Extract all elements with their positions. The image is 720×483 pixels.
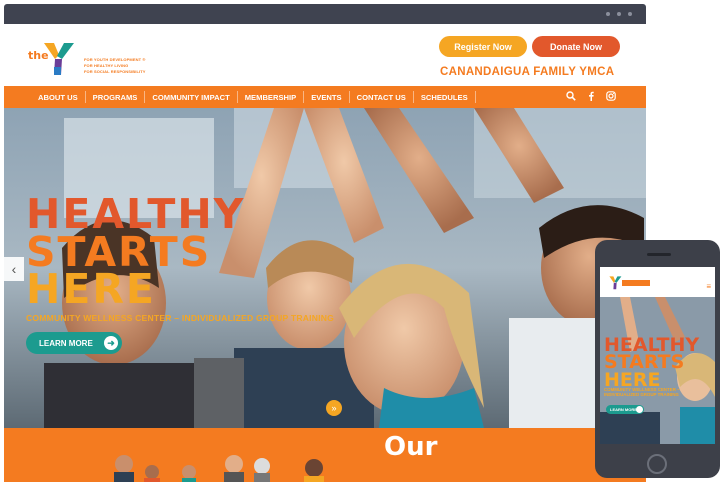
nav-item-membership[interactable]: MEMBERSHIP [238, 91, 305, 103]
tagline-line: FOR HEALTHY LIVING [84, 63, 129, 68]
window-dot [606, 12, 610, 16]
hero-headline-line-3: HERE [26, 265, 156, 314]
nav-item-events[interactable]: EVENTS [304, 91, 350, 103]
browser-title-bar [4, 4, 646, 24]
donate-now-button[interactable]: Donate Now [532, 36, 620, 57]
facebook-icon[interactable] [588, 91, 594, 101]
hero-subtitle: COMMUNITY WELLNESS CENTER – INDIVIDUALIZ… [26, 313, 335, 323]
learn-more-button[interactable]: LEARN MORE ➜ [26, 332, 122, 354]
window-dot [617, 12, 621, 16]
site-header: the FOR YOUTH DEVELOPMENT ® FOR HEALTHY … [4, 24, 646, 86]
window-dot [628, 12, 632, 16]
ymca-y-mark: the [28, 37, 78, 77]
hamburger-menu-icon[interactable]: ≡ [706, 283, 711, 291]
mobile-hero-headline: HEALTHY STARTS HERE [604, 335, 699, 389]
site-name: CANANDAIGUA FAMILY YMCA [440, 66, 615, 78]
instagram-icon[interactable] [606, 91, 616, 101]
phone-speaker [647, 253, 671, 256]
nav-item-community-impact[interactable]: COMMUNITY IMPACT [145, 91, 238, 103]
register-now-button[interactable]: Register Now [439, 36, 527, 57]
mobile-ymca-logo-icon[interactable] [603, 272, 623, 292]
search-icon[interactable] [566, 91, 576, 101]
main-navigation: ABOUT US PROGRAMS COMMUNITY IMPACT MEMBE… [4, 86, 646, 108]
hero-headline: HEALTHY STARTS HERE [26, 194, 245, 314]
mobile-logo-tagline [622, 280, 650, 286]
logo-the-text: the [28, 49, 49, 62]
learn-more-label: LEARN MORE [39, 338, 93, 348]
hero-banner: HEALTHY STARTS HERE COMMUNITY WELLNESS C… [4, 108, 646, 428]
nav-item-contact-us[interactable]: CONTACT US [350, 91, 414, 103]
logo-tagline: FOR YOUTH DEVELOPMENT ® FOR HEALTHY LIVI… [84, 57, 146, 74]
browser-window-dots [606, 12, 632, 16]
tagline-line: FOR YOUTH DEVELOPMENT ® [84, 57, 146, 62]
mobile-learn-more-label: LEARN MORE [610, 407, 637, 412]
arrow-right-icon [636, 406, 643, 413]
nav-icon-group [566, 91, 616, 101]
mobile-hero-subtitle: COMMUNITY WELLNESS CENTER – INDIVIDUALIZ… [604, 387, 680, 397]
slider-prev-button[interactable]: ‹ [4, 257, 24, 281]
showcase-stage: the FOR YOUTH DEVELOPMENT ® FOR HEALTHY … [0, 0, 720, 483]
mobile-learn-more-button[interactable]: LEARN MORE [606, 405, 644, 414]
mobile-phone-mockup: ≡ HEALTHY STARTS HERE COMMUNITY WELLNESS… [595, 240, 720, 478]
nav-item-schedules[interactable]: SCHEDULES [414, 91, 476, 103]
phone-home-button [647, 454, 667, 474]
mobile-screen: ≡ HEALTHY STARTS HERE COMMUNITY WELLNESS… [600, 267, 715, 444]
scroll-down-icon[interactable]: » [326, 400, 342, 416]
section-heading: Our [384, 432, 438, 462]
nav-item-about-us[interactable]: ABOUT US [4, 91, 86, 103]
desktop-browser-mockup: the FOR YOUTH DEVELOPMENT ® FOR HEALTHY … [4, 4, 646, 482]
mobile-header: ≡ [600, 267, 715, 297]
arrow-right-icon: ➜ [104, 336, 118, 350]
tagline-line: FOR SOCIAL RESPONSIBILITY [84, 69, 146, 74]
nav-item-programs[interactable]: PROGRAMS [86, 91, 146, 103]
people-cutouts-image [114, 455, 324, 482]
mobile-hero: HEALTHY STARTS HERE COMMUNITY WELLNESS C… [600, 297, 715, 444]
our-section: Our [4, 428, 646, 482]
ymca-logo[interactable]: the FOR YOUTH DEVELOPMENT ® FOR HEALTHY … [28, 37, 146, 77]
